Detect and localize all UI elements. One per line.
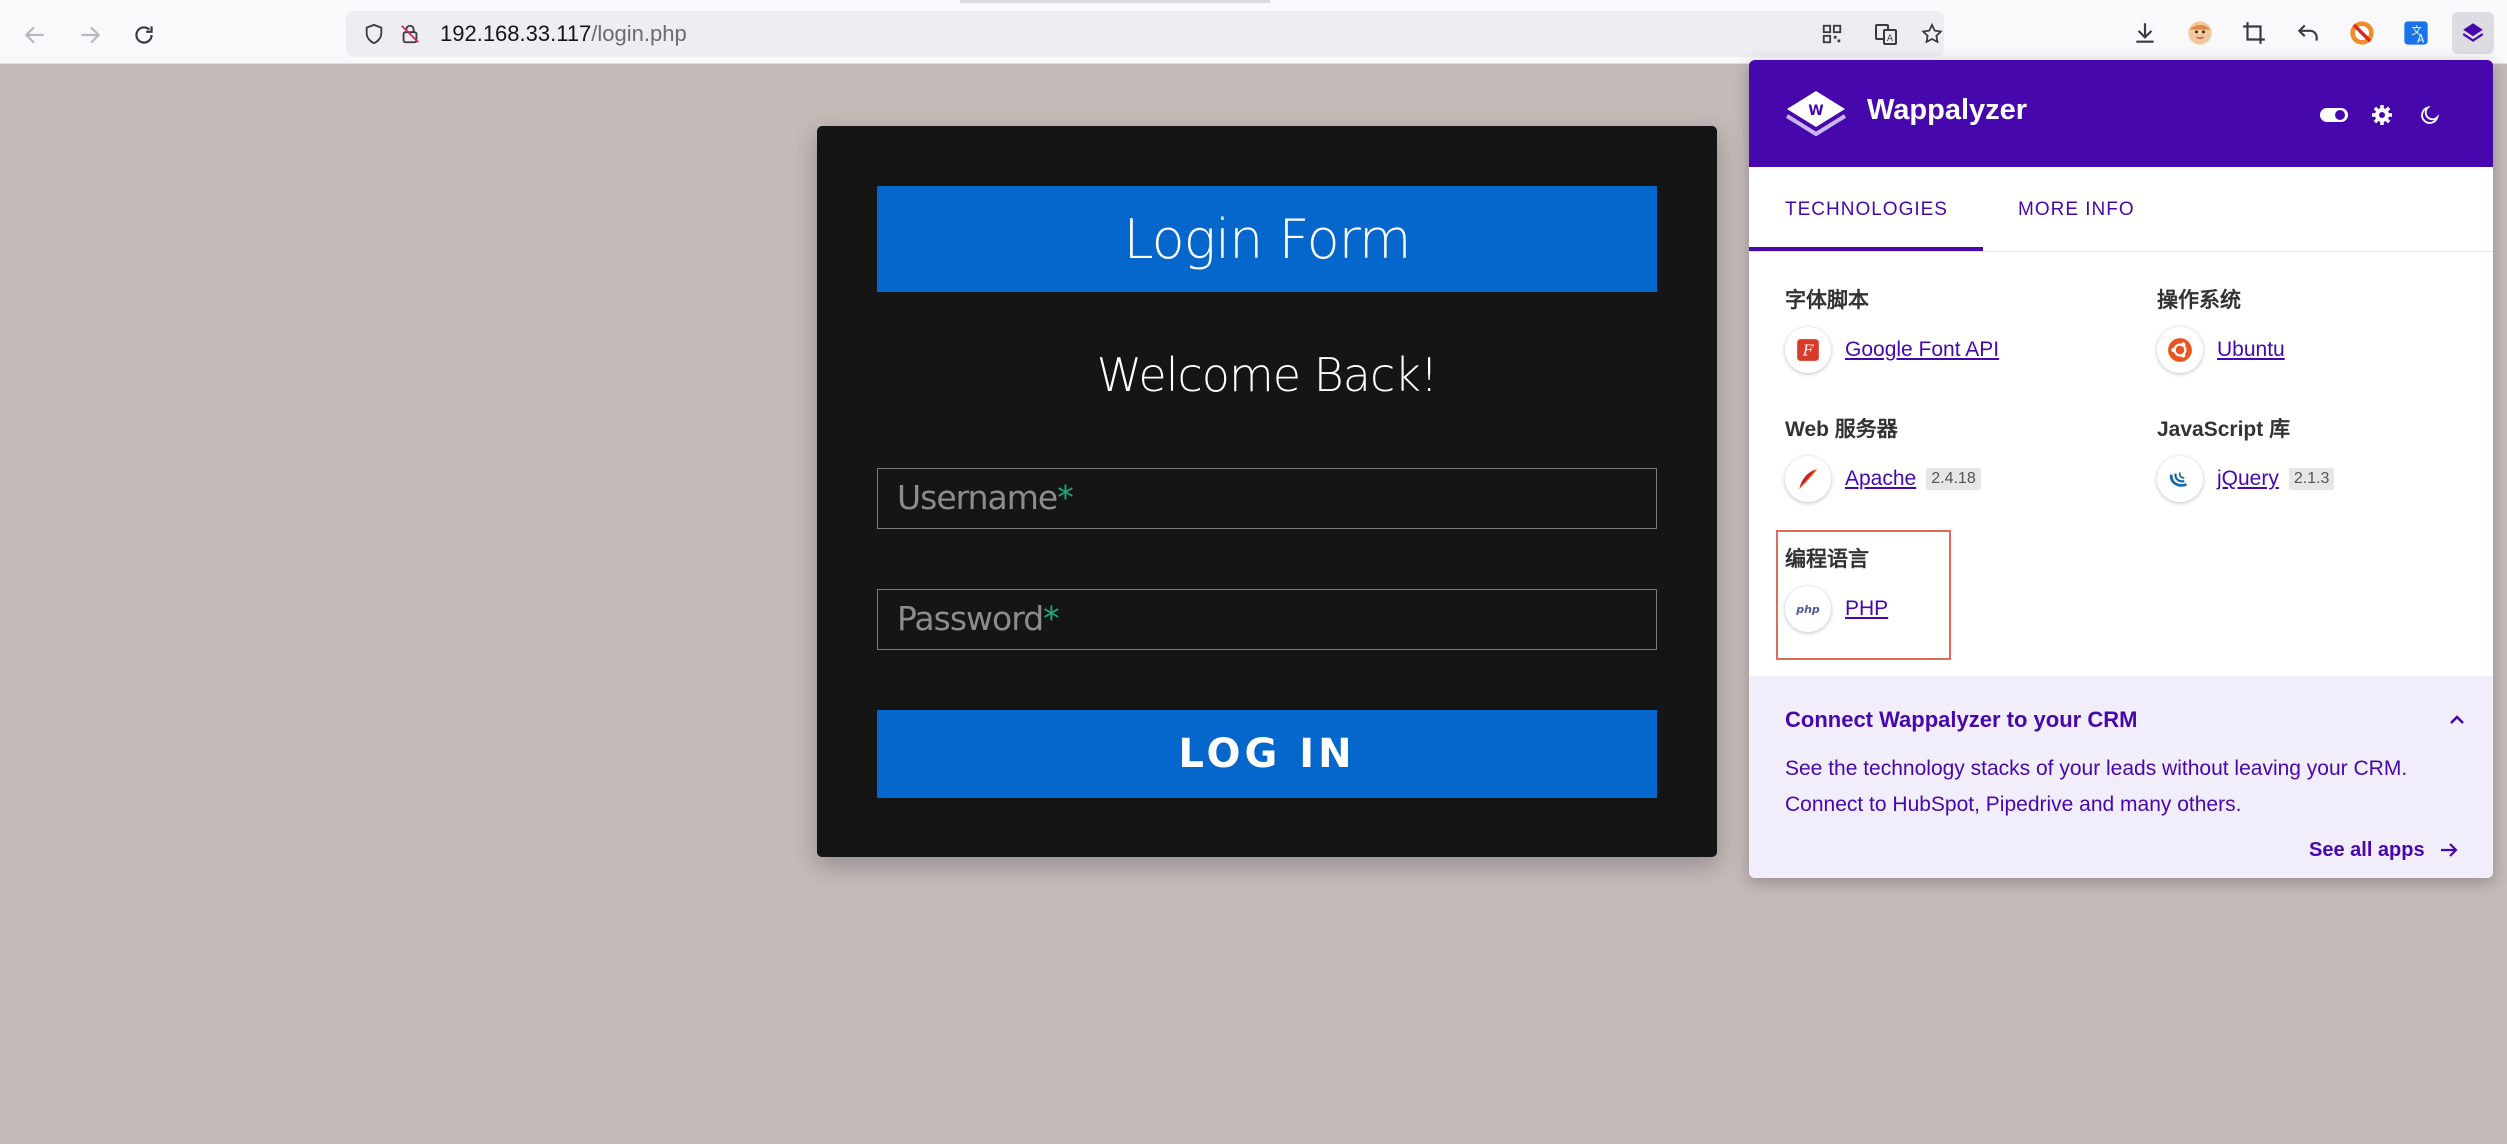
chevron-up-icon[interactable]	[2445, 708, 2469, 732]
apache-feather-icon	[1785, 456, 1831, 502]
category-web-servers: Web 服务器	[1785, 418, 1898, 441]
forward-icon[interactable]	[73, 18, 107, 52]
password-placeholder: Password*	[897, 599, 1060, 638]
tab-strip-edge	[960, 0, 1270, 3]
svg-text:F: F	[1802, 341, 1814, 359]
tech-link-google-font-api[interactable]: Google Font API	[1845, 338, 1999, 362]
crm-title: Connect Wappalyzer to your CRM	[1785, 707, 2138, 732]
download-icon[interactable]	[2128, 16, 2162, 50]
welcome-heading: Welcome Back!	[1096, 348, 1439, 402]
qr-code-icon[interactable]	[1820, 22, 1844, 46]
tech-item-google-font-api: F Google Font API	[1785, 326, 1999, 374]
wappalyzer-brand: Wappalyzer	[1867, 94, 2028, 126]
tech-link-php[interactable]: PHP	[1845, 597, 1888, 621]
tech-item-ubuntu: Ubuntu	[2157, 326, 2285, 374]
svg-text:A: A	[2417, 33, 2425, 45]
tech-item-apache: Apache 2.4.18	[1785, 455, 1981, 503]
url-text[interactable]: 192.168.33.117/login.php	[440, 21, 687, 47]
settings-icon[interactable]	[2367, 100, 2397, 130]
wappalyzer-logo-icon: W	[1783, 85, 1849, 143]
see-all-apps-label: See all apps	[2309, 838, 2425, 861]
category-font-scripts: 字体脚本	[1785, 289, 1869, 312]
password-field[interactable]: Password*	[877, 589, 1657, 650]
url-path: /login.php	[591, 21, 687, 46]
category-programming-languages: 编程语言	[1785, 548, 1869, 571]
tech-link-ubuntu[interactable]: Ubuntu	[2217, 338, 2285, 362]
version-badge: 2.4.18	[1926, 468, 1981, 490]
jquery-icon	[2157, 456, 2203, 502]
tech-link-jquery[interactable]: jQuery	[2217, 467, 2279, 491]
login-card: Login Form Welcome Back! Username* Passw…	[817, 126, 1717, 857]
ubuntu-icon	[2157, 327, 2203, 373]
login-button[interactable]: LOG IN	[877, 710, 1657, 798]
svg-text:W: W	[1808, 103, 1823, 119]
shield-icon[interactable]	[362, 22, 386, 46]
star-icon[interactable]	[1920, 22, 1944, 46]
blocker-icon[interactable]	[2345, 16, 2379, 50]
address-bar[interactable]: 192.168.33.117/login.php A	[346, 11, 1944, 57]
crm-promo: Connect Wappalyzer to your CRM See the t…	[1749, 676, 2493, 878]
tech-item-php: php PHP	[1785, 585, 1888, 633]
dark-mode-icon[interactable]	[2415, 100, 2445, 130]
login-form-title: Login Form	[877, 186, 1657, 292]
google-font-api-icon: F	[1785, 327, 1831, 373]
translate-icon[interactable]: A	[1874, 22, 1898, 46]
wappalyzer-tabs: TECHNOLOGIES MORE INFO	[1749, 167, 2493, 252]
tab-technologies[interactable]: TECHNOLOGIES	[1785, 199, 1948, 221]
wappalyzer-popup: W Wappalyzer TECHNOLOGIES MORE INFO 字体脚本…	[1749, 60, 2493, 878]
username-placeholder: Username*	[897, 478, 1074, 517]
crop-icon[interactable]	[2237, 16, 2271, 50]
undo-icon[interactable]	[2291, 16, 2325, 50]
back-icon[interactable]	[18, 18, 52, 52]
php-icon: php	[1785, 586, 1831, 632]
crm-description: See the technology stacks of your leads …	[1785, 757, 2408, 816]
required-mark: *	[1043, 599, 1059, 638]
version-badge: 2.1.3	[2288, 468, 2335, 490]
avatar-icon[interactable]	[2183, 16, 2217, 50]
url-host: 192.168.33.117	[440, 21, 592, 46]
username-field[interactable]: Username*	[877, 468, 1657, 529]
active-tab-indicator	[1749, 247, 1983, 251]
category-operating-systems: 操作系统	[2157, 289, 2241, 312]
translate-extension-icon[interactable]: 文A	[2399, 16, 2433, 50]
category-javascript-libraries: JavaScript 库	[2157, 418, 2291, 441]
svg-text:php: php	[1795, 603, 1820, 616]
required-mark: *	[1057, 478, 1073, 517]
reload-icon[interactable]	[127, 18, 161, 52]
browser-toolbar: 192.168.33.117/login.php A 文A	[0, 0, 2507, 64]
tech-item-jquery: jQuery 2.1.3	[2157, 455, 2335, 503]
wappalyzer-header: W Wappalyzer	[1749, 60, 2493, 167]
arrow-right-icon	[2440, 843, 2458, 857]
wappalyzer-extension-icon[interactable]	[2452, 12, 2494, 54]
see-all-apps-link[interactable]: See all apps	[2309, 838, 2461, 862]
insecure-lock-icon[interactable]	[398, 22, 422, 46]
tab-more-info[interactable]: MORE INFO	[2018, 199, 2135, 221]
svg-text:A: A	[1887, 34, 1894, 44]
tech-link-apache[interactable]: Apache	[1845, 467, 1916, 491]
toggle-icon[interactable]	[2319, 100, 2349, 130]
